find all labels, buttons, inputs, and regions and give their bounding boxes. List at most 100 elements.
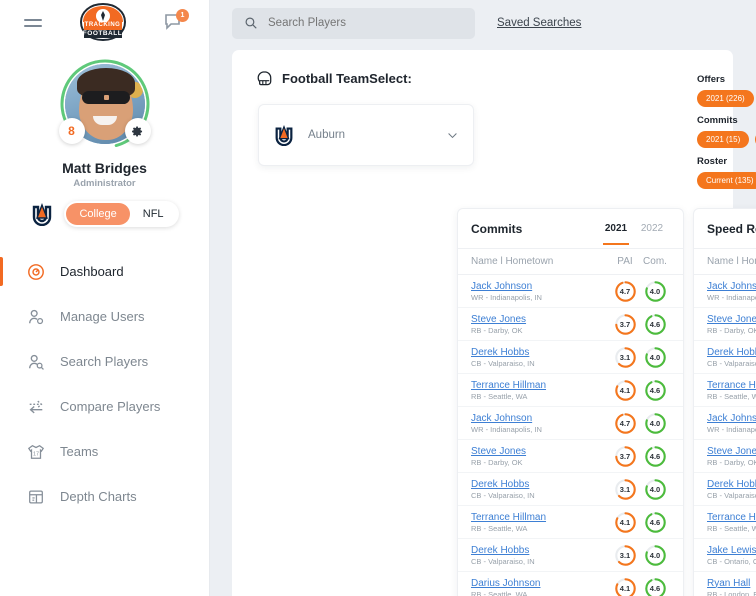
table-row[interactable]: Derek HobbsCB - Valparaiso, IN3.14.0 — [458, 473, 683, 506]
table-row[interactable]: Derek HobbsCB - Valparaiso, IN3.14.0 — [694, 341, 756, 374]
table-row[interactable]: Jack JohnsonWR - Indianapolis, IN4.74.0 — [694, 407, 756, 440]
player-meta: WR - Indianapolis, IN — [471, 292, 542, 302]
score-value: 4.0 — [649, 418, 661, 428]
sidebar-item-label: Dashboard — [60, 264, 124, 279]
player-name-link[interactable]: Steve Jones — [471, 446, 610, 457]
filter-label: Commits — [697, 115, 738, 126]
player-name-link[interactable]: Jack Johnson — [471, 281, 610, 292]
player-name-link[interactable]: Jack Johnson — [707, 281, 756, 292]
tracking-football-logo: TRACKING FOOTBALL — [76, 2, 130, 44]
score-value: 4.7 — [619, 286, 631, 296]
score-gauge: 4.0 — [644, 412, 667, 435]
search-input-wrapper[interactable] — [232, 7, 475, 39]
pai-cell: 3.1 — [610, 478, 640, 501]
sidebar-item-compare-players[interactable]: Compare Players — [0, 384, 209, 429]
table-row[interactable]: Terrance HillmanRB - Seattle, WA4.14.6 — [458, 506, 683, 539]
filter-pill[interactable]: 2021 (15) — [697, 131, 750, 148]
table-row[interactable]: Steve JonesRB - Darby, OK3.74.6G — [694, 308, 756, 341]
table-row[interactable]: Derek HobbsCB - Valparaiso, IN3.14.0 — [458, 539, 683, 572]
user-level-badge: 8 — [58, 118, 85, 144]
table-column-header: Name l HometownPAICom.Status — [694, 249, 756, 275]
table-row[interactable]: Darius Johnson RB - Seattle, WA 4.1 4.6 — [458, 572, 683, 596]
player-name-link[interactable]: Darius Johnson — [471, 578, 610, 589]
league-toggle[interactable]: College NFL — [64, 201, 179, 227]
player-name-link[interactable]: Derek Hobbs — [471, 545, 610, 556]
filter-pill-row: 2021 (226) 2022 (103) All — [697, 90, 756, 107]
sidebar-item-search-players[interactable]: Search Players — [0, 339, 209, 384]
player-name-link[interactable]: Ryan Hall — [707, 578, 756, 589]
player-name-link[interactable]: Terrance Hillman — [707, 380, 756, 391]
player-meta: WR - Indianapolis, IN — [707, 424, 756, 434]
sidebar-item-dashboard[interactable]: Dashboard — [0, 249, 209, 294]
table-row[interactable]: Jack JohnsonWR - Indianapolis, IN 4.7 4.0 — [458, 275, 683, 308]
player-meta: RB - Darby, OK — [471, 325, 523, 335]
table-row[interactable]: Steve Jones RB - Darby, OK 3.7 4.6 — [458, 308, 683, 341]
pai-cell: 3.1 — [610, 346, 640, 369]
user-role: Administrator — [73, 178, 136, 189]
table-row[interactable]: Terrance HillmanRB - Seattle, WA4.14.6 — [458, 374, 683, 407]
table-row[interactable]: Jake LewisCB - Ontario, Canada3.14.0 — [694, 539, 756, 572]
score-gauge: 4.0 — [644, 280, 667, 303]
football-helmet-icon — [257, 71, 272, 86]
com-cell: 4.0 — [640, 544, 670, 567]
player-meta: RB - Darby, OK — [707, 325, 756, 335]
filter-pill[interactable]: Current (135) — [697, 172, 756, 189]
filter-pill[interactable]: 2021 (226) — [697, 90, 754, 107]
com-cell: 4.6 — [640, 577, 670, 596]
settings-button[interactable] — [124, 118, 151, 144]
player-cell: Steve JonesRB - Darby, OK — [707, 446, 756, 467]
score-value: 3.1 — [619, 352, 631, 362]
table-year-tab-2021[interactable]: 2021 — [598, 212, 634, 245]
table-row[interactable]: Terrance HillmanRB - Seattle, WA4.14.6 — [694, 374, 756, 407]
league-option-nfl[interactable]: NFL — [130, 203, 177, 225]
player-name-link[interactable]: Jack Johnson — [471, 413, 610, 424]
score-gauge: 4.6 — [644, 577, 667, 596]
player-name-link[interactable]: Terrance Hillman — [707, 512, 756, 523]
search-input[interactable] — [268, 17, 448, 29]
player-name-link[interactable]: Terrance Hillman — [471, 512, 610, 523]
compare-players-icon — [26, 397, 46, 417]
player-cell: Derek HobbsCB - Valparaiso, IN — [707, 479, 756, 500]
table-row[interactable]: Steve Jones RB - Darby, OK 3.7 4.6 — [458, 440, 683, 473]
player-name-link[interactable]: Derek Hobbs — [707, 479, 756, 490]
player-cell: Terrance HillmanRB - Seattle, WA — [707, 380, 756, 401]
player-name-link[interactable]: Jack Johnson — [707, 413, 756, 424]
score-gauge: 3.7 — [614, 445, 637, 468]
player-name-link[interactable]: Terrance Hillman — [471, 380, 610, 391]
hamburger-menu-icon[interactable] — [24, 15, 42, 31]
score-gauge: 4.6 — [644, 445, 667, 468]
score-value: 4.0 — [649, 550, 661, 560]
player-cell: Jack JohnsonWR - Indianapolis, IN — [707, 281, 756, 302]
table-row[interactable]: Steve JonesRB - Darby, OK3.74.6G — [694, 440, 756, 473]
player-name-link[interactable]: Derek Hobbs — [707, 347, 756, 358]
player-cell: Terrance HillmanRB - Seattle, WA — [707, 512, 756, 533]
table-row[interactable]: Derek HobbsCB - Valparaiso, IN3.14.0 — [458, 341, 683, 374]
league-option-college[interactable]: College — [66, 203, 130, 225]
player-name-link[interactable]: Steve Jones — [707, 446, 756, 457]
player-name-link[interactable]: Jake Lewis — [707, 545, 756, 556]
table-year-tab-2022[interactable]: 2022 — [634, 212, 670, 245]
com-cell: 4.0 — [640, 280, 670, 303]
table-row[interactable]: Terrance HillmanRB - Seattle, WA4.14.6 — [694, 506, 756, 539]
sidebar-item-depth-charts[interactable]: Depth Charts — [0, 474, 209, 519]
player-name-link[interactable]: Steve Jones — [707, 314, 756, 325]
table-row[interactable]: Jack JohnsonWR - Indianapolis, IN4.74.0 — [458, 407, 683, 440]
com-cell: 4.0 — [640, 346, 670, 369]
chevron-down-icon[interactable] — [446, 129, 459, 142]
player-name-link[interactable]: Derek Hobbs — [471, 347, 610, 358]
saved-searches-link[interactable]: Saved Searches — [497, 17, 581, 29]
pai-cell: 4.7 — [610, 280, 640, 303]
sidebar-item-manage-users[interactable]: Manage Users — [0, 294, 209, 339]
player-meta: RB - Seattle, WA — [471, 391, 528, 401]
player-cell: Jake LewisCB - Ontario, Canada — [707, 545, 756, 566]
table-row[interactable]: Jack JohnsonWR - Indianapolis, IN4.74.0 — [694, 275, 756, 308]
player-name-link[interactable]: Derek Hobbs — [471, 479, 610, 490]
table-row[interactable]: Ryan HallRB - London, England4.14.6A — [694, 572, 756, 596]
notifications-button[interactable]: 1 — [163, 9, 189, 34]
player-name-link[interactable]: Steve Jones — [471, 314, 610, 325]
table-row[interactable]: Derek HobbsCB - Valparaiso, IN3.14.0 — [694, 473, 756, 506]
sidebar-item-teams[interactable]: 17 Teams — [0, 429, 209, 474]
com-cell: 4.0 — [640, 478, 670, 501]
team-select-dropdown[interactable]: Auburn — [258, 104, 474, 166]
player-meta: CB - Valparaiso, IN — [707, 490, 756, 500]
